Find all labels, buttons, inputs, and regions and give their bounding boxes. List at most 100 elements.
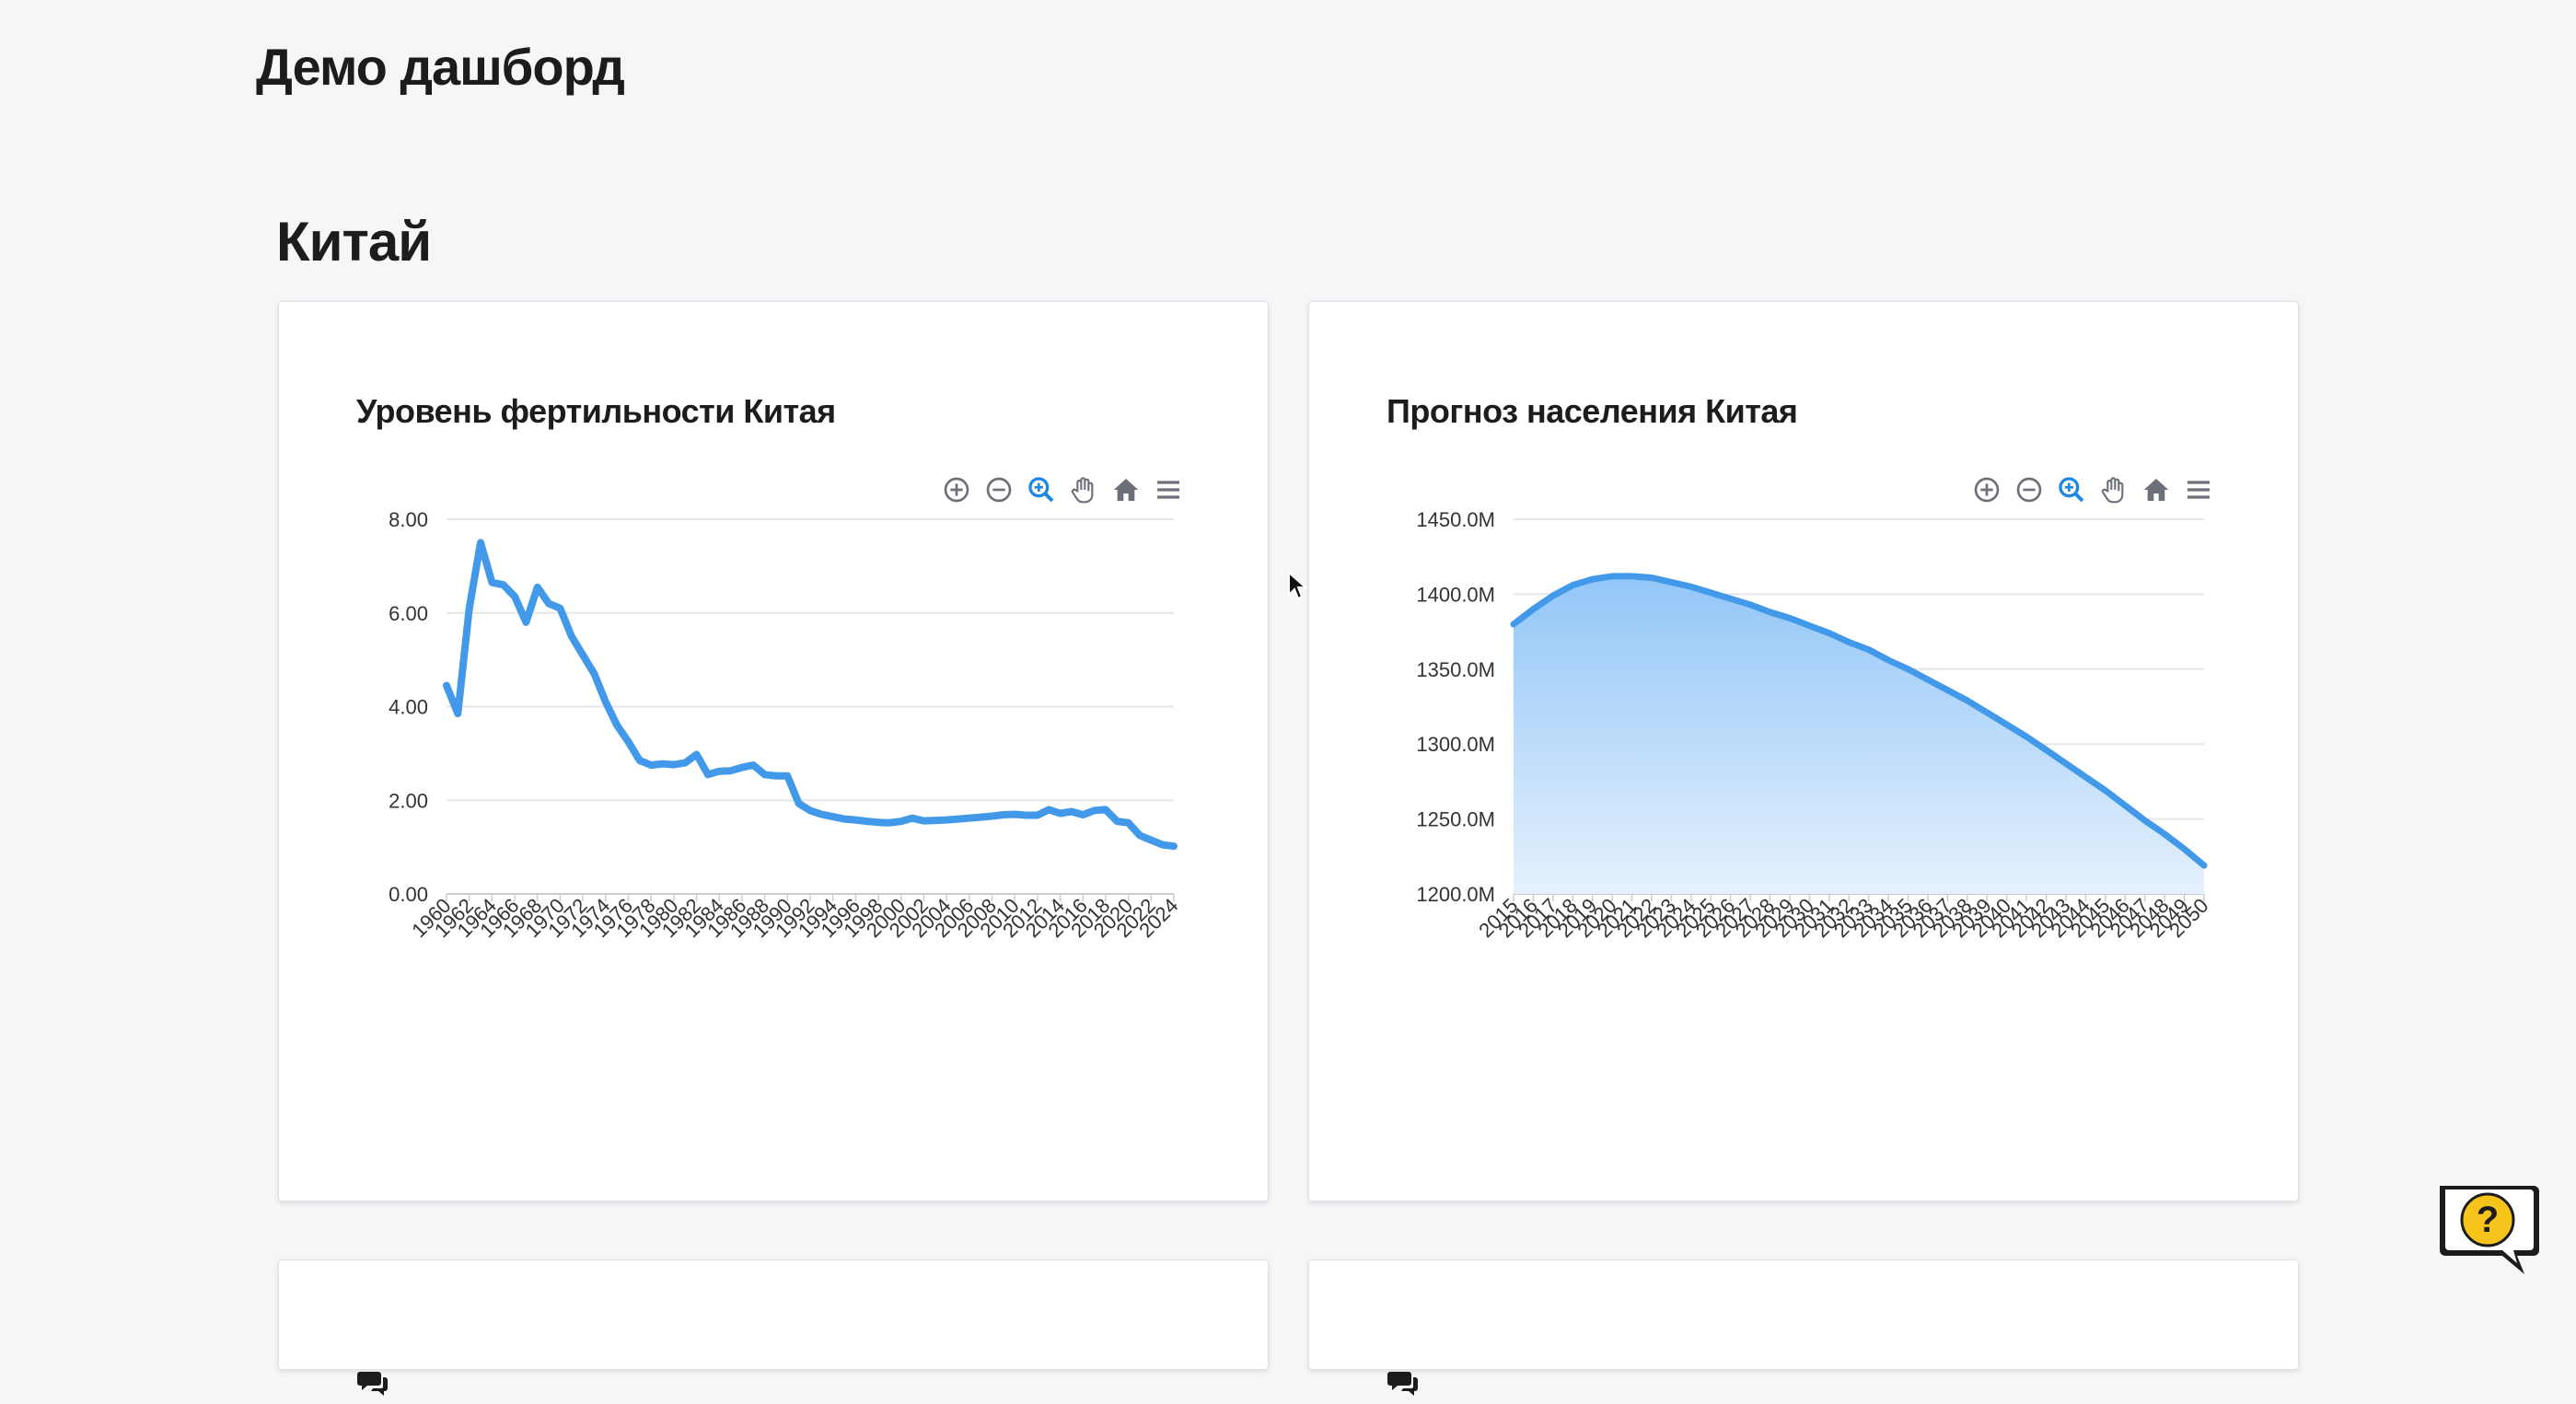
data-point[interactable] xyxy=(853,818,858,823)
data-point[interactable] xyxy=(728,768,734,773)
data-point[interactable] xyxy=(1001,812,1006,818)
data-point[interactable] xyxy=(1024,813,1029,818)
data-point[interactable] xyxy=(648,762,654,768)
data-point[interactable] xyxy=(1984,710,1990,715)
data-point[interactable] xyxy=(1886,657,1891,663)
data-point[interactable] xyxy=(2182,846,2187,852)
data-point[interactable] xyxy=(1728,596,1734,601)
data-point[interactable] xyxy=(614,723,620,728)
data-point[interactable] xyxy=(773,773,779,779)
data-point[interactable] xyxy=(660,761,666,767)
data-point[interactable] xyxy=(716,769,722,774)
comment-icon[interactable] xyxy=(1387,1366,1420,1399)
data-point[interactable] xyxy=(967,816,972,821)
data-point[interactable] xyxy=(1148,837,1154,842)
data-point[interactable] xyxy=(489,580,494,586)
data-point[interactable] xyxy=(1137,832,1143,838)
data-point[interactable] xyxy=(1171,843,1177,849)
data-point[interactable] xyxy=(444,683,449,689)
home-icon[interactable] xyxy=(1106,470,1146,510)
data-point[interactable] xyxy=(955,817,960,822)
data-point[interactable] xyxy=(671,762,677,768)
data-point[interactable] xyxy=(2103,788,2108,794)
data-point[interactable] xyxy=(2122,803,2128,808)
data-point[interactable] xyxy=(1944,688,1950,693)
data-point[interactable] xyxy=(2201,863,2207,868)
data-point[interactable] xyxy=(830,814,836,819)
data-point[interactable] xyxy=(535,585,540,590)
data-point[interactable] xyxy=(1126,820,1131,826)
data-point[interactable] xyxy=(478,540,483,545)
data-point[interactable] xyxy=(1806,623,1812,629)
data-point[interactable] xyxy=(467,606,472,611)
data-point[interactable] xyxy=(1160,842,1166,848)
data-point[interactable] xyxy=(1080,812,1085,818)
data-point[interactable] xyxy=(1846,639,1851,644)
data-point[interactable] xyxy=(1114,818,1120,824)
data-point[interactable] xyxy=(1058,810,1063,816)
data-point[interactable] xyxy=(1866,647,1872,653)
data-point[interactable] xyxy=(1747,602,1753,608)
data-point[interactable] xyxy=(818,812,824,818)
data-point[interactable] xyxy=(2004,722,2010,727)
data-point[interactable] xyxy=(580,653,586,658)
population-area-chart[interactable]: 1200.0M 1250.0M 1300.0M 1350.0M 1400.0M 1450.… xyxy=(1309,302,2300,1202)
data-point[interactable] xyxy=(933,818,938,823)
menu-icon[interactable] xyxy=(2178,470,2219,510)
data-point[interactable] xyxy=(796,801,802,806)
data-point[interactable] xyxy=(557,606,563,611)
data-point[interactable] xyxy=(512,594,517,599)
data-point[interactable] xyxy=(1103,806,1108,812)
data-point[interactable] xyxy=(807,807,813,813)
data-point[interactable] xyxy=(1570,583,1575,588)
data-point[interactable] xyxy=(637,758,643,763)
zoom-in-icon[interactable] xyxy=(1967,470,2007,510)
data-point[interactable] xyxy=(1649,574,1654,580)
data-point[interactable] xyxy=(739,765,745,771)
data-point[interactable] xyxy=(1925,677,1931,682)
selection-zoom-icon[interactable] xyxy=(2051,470,2092,510)
menu-icon[interactable] xyxy=(1148,470,1189,510)
data-point[interactable] xyxy=(2162,831,2167,837)
data-point[interactable] xyxy=(921,818,926,824)
pan-icon[interactable] xyxy=(2094,470,2134,510)
selection-zoom-icon[interactable] xyxy=(1021,470,1062,510)
data-point[interactable] xyxy=(1092,807,1097,813)
data-point[interactable] xyxy=(784,773,790,779)
data-point[interactable] xyxy=(2083,774,2088,780)
data-point[interactable] xyxy=(910,816,915,821)
data-point[interactable] xyxy=(694,751,700,757)
data-point[interactable] xyxy=(1069,808,1074,814)
data-point[interactable] xyxy=(2142,818,2148,823)
fertility-line-chart[interactable]: 0.002.004.006.008.0019601962196419661968… xyxy=(279,302,1270,1202)
data-point[interactable] xyxy=(682,760,688,766)
data-point[interactable] xyxy=(523,620,528,625)
data-point[interactable] xyxy=(978,815,983,820)
data-point[interactable] xyxy=(501,582,506,587)
pan-icon[interactable] xyxy=(1063,470,1104,510)
data-point[interactable] xyxy=(1668,579,1674,585)
data-point[interactable] xyxy=(887,820,892,826)
data-point[interactable] xyxy=(1590,576,1595,582)
data-point[interactable] xyxy=(1012,812,1017,818)
data-point[interactable] xyxy=(591,671,597,677)
comment-icon[interactable] xyxy=(356,1366,389,1399)
zoom-in-icon[interactable] xyxy=(936,470,977,510)
data-point[interactable] xyxy=(864,818,870,824)
help-icon[interactable]: ? xyxy=(2432,1178,2543,1280)
data-point[interactable] xyxy=(1550,593,1556,598)
data-point[interactable] xyxy=(1965,698,1970,703)
data-point[interactable] xyxy=(1768,609,1773,615)
data-point[interactable] xyxy=(750,762,756,768)
data-point[interactable] xyxy=(944,818,949,823)
data-point[interactable] xyxy=(2024,734,2029,739)
data-point[interactable] xyxy=(1787,615,1793,621)
data-point[interactable] xyxy=(1708,590,1713,596)
data-point[interactable] xyxy=(455,711,460,716)
data-point[interactable] xyxy=(705,772,711,777)
data-point[interactable] xyxy=(2063,760,2069,766)
data-point[interactable] xyxy=(841,817,847,822)
data-point[interactable] xyxy=(899,818,904,824)
data-point[interactable] xyxy=(762,772,768,777)
data-point[interactable] xyxy=(626,739,632,745)
